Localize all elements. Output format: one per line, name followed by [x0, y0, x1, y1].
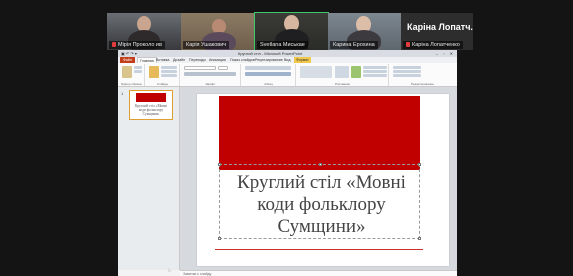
ribbon-group-slides: Слайды	[146, 64, 180, 86]
ribbon-group-label: Шрифт	[205, 82, 216, 86]
ribbon-group-paragraph: Абзац	[242, 64, 296, 86]
participant-tile-3[interactable]: Svetlana Миськае	[254, 12, 329, 51]
resize-handle[interactable]	[218, 163, 221, 166]
find-button[interactable]	[393, 66, 421, 69]
participant-name: Мірія Проколо ив	[109, 41, 165, 49]
list-buttons[interactable]	[245, 66, 291, 70]
shared-screen: ▣ ↶ ↷ ▾ Круглий стіл - Microsoft PowerPo…	[118, 50, 457, 276]
ribbon-group-label: Редактирование	[411, 82, 434, 86]
align-buttons[interactable]	[245, 72, 291, 76]
font-style-buttons[interactable]	[184, 72, 236, 76]
section-button[interactable]	[161, 74, 177, 77]
quick-styles-button[interactable]	[351, 66, 361, 78]
participant-name: Карина Ерохина	[330, 41, 378, 49]
participant-big-name: Каріна Лопатч...	[407, 22, 473, 32]
ribbon-group-font: Шрифт	[181, 64, 241, 86]
participant-tile-4[interactable]: Карина Ерохина	[328, 13, 401, 50]
ribbon-group-drawing: Рисование	[297, 64, 389, 86]
participant-tile-1[interactable]: Мірія Проколо ив	[107, 13, 181, 50]
thumbnail-text: Круглий стіл «Мовні коди фольклору Сумщи…	[135, 104, 167, 117]
thumbnail-red-block	[136, 93, 166, 102]
red-divider-line	[215, 249, 423, 250]
ribbon-group-label: Слайды	[156, 82, 169, 86]
notes-placeholder: Заметки к слайду	[183, 271, 212, 276]
ribbon-group-label: Рисование	[334, 82, 351, 86]
font-name-select[interactable]	[184, 66, 216, 70]
copy-button[interactable]	[134, 70, 142, 73]
new-slide-button[interactable]	[149, 66, 159, 78]
shape-effects-button[interactable]	[363, 74, 387, 77]
shapes-gallery[interactable]	[300, 66, 332, 78]
select-button[interactable]	[393, 74, 421, 77]
resize-handle[interactable]	[418, 163, 421, 166]
reset-button[interactable]	[161, 70, 177, 73]
slide[interactable]: Круглий стіл «Мовні коди фольклору Сумщи…	[197, 94, 449, 266]
video-conference-window: Мірія Проколо ив Карія Ушакович Svetlana…	[0, 0, 573, 276]
paste-button[interactable]	[122, 66, 132, 78]
notes-pane[interactable]: Заметки к слайду	[180, 270, 457, 276]
window-titlebar: ▣ ↶ ↷ ▾ Круглий стіл - Microsoft PowerPo…	[118, 50, 457, 57]
slide-number: 1	[121, 91, 124, 96]
arrange-button[interactable]	[335, 66, 349, 78]
ribbon-group-clipboard: Буфер обмена	[119, 64, 145, 86]
slide-title-text[interactable]: Круглий стіл «Мовні коди фольклору Сумщи…	[221, 172, 422, 238]
ribbon-group-label: Буфер обмена	[121, 82, 142, 86]
quick-access-toolbar[interactable]: ▣ ↶ ↷ ▾	[121, 51, 137, 56]
ribbon-group-label: Абзац	[264, 82, 273, 86]
slide-thumbnail[interactable]: Круглий стіл «Мовні коди фольклору Сумщи…	[129, 90, 173, 120]
red-rectangle-shape[interactable]	[219, 96, 420, 170]
shape-fill-button[interactable]	[363, 66, 387, 69]
shape-outline-button[interactable]	[363, 70, 387, 73]
cut-button[interactable]	[134, 66, 142, 69]
participant-name: Каріна Лопатченко	[403, 41, 463, 49]
mic-muted-icon	[112, 42, 116, 47]
mic-muted-icon	[406, 42, 410, 47]
participant-tile-5[interactable]: Каріна Лопатч... Каріна Лопатченко	[401, 13, 473, 50]
window-controls[interactable]: – ▫ ✕	[436, 51, 455, 56]
participant-name: Svetlana Миськае	[257, 41, 308, 49]
resize-handle[interactable]	[319, 163, 322, 166]
layout-button[interactable]	[161, 66, 177, 69]
font-size-select[interactable]	[218, 66, 228, 70]
slide-canvas: Круглий стіл «Мовні коди фольклору Сумщи…	[180, 87, 457, 270]
window-title: Круглий стіл - Microsoft PowerPoint	[238, 51, 303, 56]
participant-name: Карія Ушакович	[183, 41, 230, 49]
slides-pane: 1 Круглий стіл «Мовні коди фольклору Сум…	[118, 87, 180, 270]
ribbon-group-editing: Редактирование	[390, 64, 455, 86]
participant-tile-2[interactable]: Карія Ушакович	[181, 13, 255, 50]
ribbon: Буфер обмена Слайды Шрифт Абзац Рисовани…	[118, 63, 457, 87]
replace-button[interactable]	[393, 70, 421, 73]
